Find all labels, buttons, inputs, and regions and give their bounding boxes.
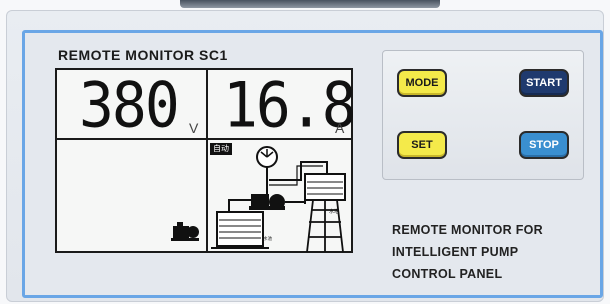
current-unit: A bbox=[335, 120, 345, 136]
lcd-display: 380 V 16.8 A 自动 水塔 水池 bbox=[55, 68, 357, 253]
start-button[interactable]: START bbox=[519, 69, 569, 97]
control-button-panel: MODE START SET STOP bbox=[382, 50, 584, 180]
panel-title: REMOTE MONITOR SC1 bbox=[58, 47, 228, 63]
set-button[interactable]: SET bbox=[397, 131, 447, 159]
top-edge-strip bbox=[180, 0, 440, 8]
pump-station-icon: 水塔 水池 bbox=[211, 146, 346, 253]
motor-icon bbox=[171, 222, 199, 241]
voltage-unit: V bbox=[189, 120, 199, 136]
voltage-readout: 380 bbox=[79, 68, 180, 142]
panel-description: REMOTE MONITOR FOR INTELLIGENT PUMP CONT… bbox=[392, 223, 543, 281]
stop-button[interactable]: STOP bbox=[519, 131, 569, 159]
mode-button[interactable]: MODE bbox=[397, 69, 447, 97]
lcd-vertical-divider bbox=[206, 70, 208, 251]
svg-text:水池: 水池 bbox=[263, 235, 272, 242]
